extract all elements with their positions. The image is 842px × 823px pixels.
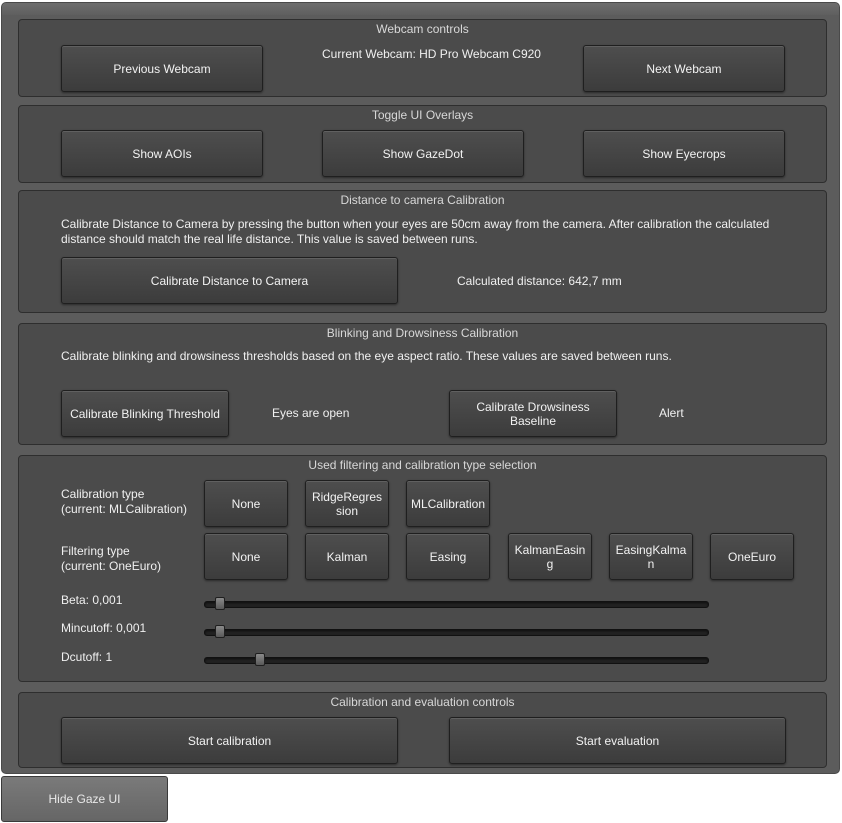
beta-slider[interactable] <box>204 597 709 610</box>
calibration-evaluation-group: Calibration and evaluation controls Star… <box>18 692 827 768</box>
filtering-calibration-group: Used filtering and calibration type sele… <box>18 455 827 682</box>
filtering-type-current: (current: OneEuro) <box>61 559 162 573</box>
start-calibration-button[interactable]: Start calibration <box>61 717 398 764</box>
group-title: Blinking and Drowsiness Calibration <box>326 326 519 340</box>
group-title: Calibration and evaluation controls <box>330 695 515 709</box>
group-title: Toggle UI Overlays <box>371 108 474 122</box>
filter-option-one-euro[interactable]: OneEuro <box>710 533 794 580</box>
dcutoff-slider[interactable] <box>204 653 709 666</box>
current-webcam-label: Current Webcam: HD Pro Webcam C920 <box>322 47 541 61</box>
beta-label: Beta: 0,001 <box>61 593 123 607</box>
filtering-type-label: Filtering type (current: OneEuro) <box>61 544 161 574</box>
filter-option-none[interactable]: None <box>204 533 288 580</box>
group-title: Webcam controls <box>376 22 469 36</box>
group-title: Distance to camera Calibration <box>340 193 505 207</box>
calibration-type-title: Calibration type <box>61 487 145 501</box>
blinking-drowsiness-group: Blinking and Drowsiness Calibration Cali… <box>18 323 827 445</box>
calibration-option-ridge-regression[interactable]: RidgeRegression <box>305 480 389 527</box>
mincutoff-label: Mincutoff: 0,001 <box>61 621 147 635</box>
show-gazedot-button[interactable]: Show GazeDot <box>322 130 524 177</box>
drowsiness-state-label: Alert <box>659 406 684 420</box>
toggle-overlays-group: Toggle UI Overlays Show AOIs Show GazeDo… <box>18 105 827 183</box>
calibration-type-label: Calibration type (current: MLCalibration… <box>61 487 187 517</box>
calibration-option-none[interactable]: None <box>204 480 288 527</box>
show-aois-button[interactable]: Show AOIs <box>61 130 263 177</box>
show-eyecrops-button[interactable]: Show Eyecrops <box>583 130 785 177</box>
distance-calibration-group: Distance to camera Calibration Calibrate… <box>18 190 827 313</box>
calibrate-blinking-button[interactable]: Calibrate Blinking Threshold <box>61 390 229 437</box>
webcam-controls-group: Webcam controls Previous Webcam Current … <box>18 19 827 97</box>
calibrate-distance-button[interactable]: Calibrate Distance to Camera <box>61 257 398 304</box>
group-title: Used filtering and calibration type sele… <box>308 458 537 472</box>
next-webcam-button[interactable]: Next Webcam <box>583 45 785 92</box>
eye-state-label: Eyes are open <box>272 406 350 420</box>
dcutoff-label: Dcutoff: 1 <box>61 650 113 664</box>
calibration-option-ml-calibration[interactable]: MLCalibration <box>406 480 490 527</box>
beta-slider-thumb[interactable] <box>215 597 225 610</box>
gaze-settings-panel: Webcam controls Previous Webcam Current … <box>1 2 840 774</box>
distance-description: Calibrate Distance to Camera by pressing… <box>61 217 770 246</box>
hide-gaze-ui-button[interactable]: Hide Gaze UI <box>1 776 168 822</box>
dcutoff-slider-thumb[interactable] <box>255 653 265 666</box>
filter-option-easing[interactable]: Easing <box>406 533 490 580</box>
filtering-type-title: Filtering type <box>61 544 130 558</box>
mincutoff-slider[interactable] <box>204 625 709 638</box>
filter-option-kalman[interactable]: Kalman <box>305 533 389 580</box>
mincutoff-slider-thumb[interactable] <box>215 625 225 638</box>
calibration-type-current: (current: MLCalibration) <box>61 502 188 516</box>
previous-webcam-button[interactable]: Previous Webcam <box>61 45 263 92</box>
calculated-distance-label: Calculated distance: 642,7 mm <box>457 274 622 288</box>
blink-description: Calibrate blinking and drowsiness thresh… <box>61 349 672 363</box>
filter-option-kalman-easing[interactable]: KalmanEasing <box>508 533 592 580</box>
start-evaluation-button[interactable]: Start evaluation <box>449 717 786 764</box>
filter-option-easing-kalman[interactable]: EasingKalman <box>609 533 693 580</box>
calibrate-drowsiness-button[interactable]: Calibrate Drowsiness Baseline <box>449 390 617 437</box>
